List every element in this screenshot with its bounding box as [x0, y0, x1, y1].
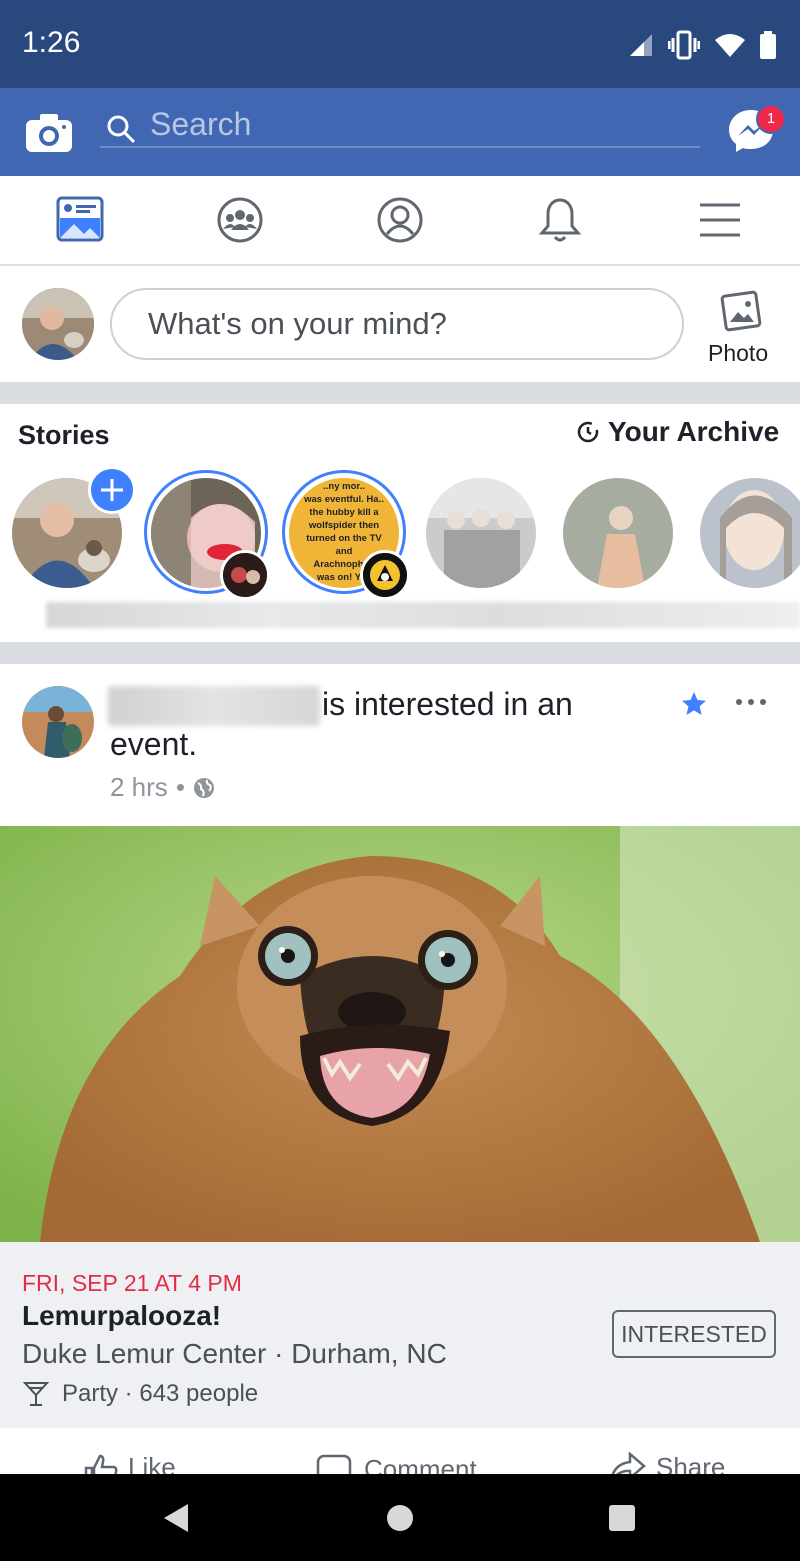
tab-groups[interactable]	[216, 196, 264, 244]
add-story-button[interactable]	[88, 466, 136, 514]
story-owner-avatar	[360, 550, 410, 600]
story-text-line: ..ny mor..	[323, 481, 365, 492]
whats-on-your-mind-input[interactable]: What's on your mind?	[110, 288, 684, 360]
wifi-icon	[715, 34, 745, 57]
home-icon[interactable]	[386, 1504, 414, 1532]
recents-icon[interactable]	[608, 1504, 636, 1532]
messenger-button[interactable]: 1	[726, 104, 786, 156]
tab-profile[interactable]	[376, 196, 424, 244]
dot-separator: •	[175, 772, 185, 802]
penguins-logo	[363, 553, 407, 597]
comment-icon	[316, 1454, 352, 1476]
story-thumbnail	[700, 478, 800, 588]
tab-notifications[interactable]	[536, 196, 584, 244]
star-icon[interactable]	[680, 690, 708, 718]
story-text-line: was eventful. Ha..	[304, 494, 384, 505]
archive-clock-icon	[577, 421, 599, 443]
photo-icon	[720, 290, 762, 332]
tab-menu[interactable]	[696, 196, 744, 244]
poster-name-blurred[interactable]	[108, 686, 320, 726]
news-feed-icon	[56, 196, 104, 242]
top-header: Search 1	[0, 88, 800, 176]
signal-icon	[630, 34, 652, 56]
owner-thumb	[223, 553, 267, 597]
story-text-line: the hubby kill a	[309, 507, 379, 518]
stories-section: Stories Your Archive ..ny mor.. was even…	[0, 404, 800, 644]
status-bar: 1:26	[0, 0, 800, 88]
poster-avatar[interactable]	[22, 686, 94, 758]
story-thumbnail	[563, 478, 673, 588]
photo-label: Photo	[708, 340, 769, 366]
camera-icon[interactable]	[26, 114, 72, 152]
event-details-panel[interactable]: FRI, SEP 21 AT 4 PM Lemurpalooza! Duke L…	[0, 1242, 800, 1428]
feed-post: is interested in an event. 2 hrs • FRI, …	[0, 664, 800, 1476]
post-action-text: is interested in an	[322, 686, 573, 722]
system-navigation-bar	[0, 1474, 800, 1561]
event-cover-image[interactable]	[0, 826, 800, 1242]
post-meta: 2 hrs •	[110, 772, 215, 803]
vibrate-icon	[668, 30, 700, 60]
event-category-count: Party · 643 people	[62, 1380, 259, 1407]
poster-avatar-image	[22, 686, 94, 758]
story-text-line: wolfspider then	[308, 520, 380, 531]
cocktail-icon	[22, 1382, 50, 1406]
event-date: FRI, SEP 21 AT 4 PM	[22, 1270, 242, 1296]
plus-icon	[101, 479, 123, 501]
thumbs-up-icon	[84, 1454, 118, 1476]
photo-button[interactable]: Photo	[706, 288, 778, 374]
interested-button[interactable]: INTERESTED	[612, 1310, 776, 1358]
battery-icon	[760, 31, 776, 59]
post-action-text-continued: event.	[110, 726, 198, 762]
post-time: 2 hrs	[110, 772, 168, 802]
comment-label: Comment	[364, 1454, 477, 1476]
story-item[interactable]	[700, 478, 800, 588]
lemur-photo	[0, 826, 800, 1242]
share-button[interactable]: Share	[608, 1452, 725, 1476]
like-label: Like	[128, 1452, 176, 1476]
user-avatar[interactable]	[22, 288, 94, 360]
bell-icon	[538, 198, 582, 242]
section-divider	[0, 382, 800, 404]
globe-icon	[193, 777, 214, 798]
story-text-line: turned on the TV	[306, 533, 382, 544]
search-input[interactable]: Search	[100, 106, 700, 148]
comment-button[interactable]: Comment	[316, 1454, 477, 1476]
search-placeholder: Search	[150, 106, 252, 142]
status-time: 1:26	[22, 26, 81, 59]
story-item[interactable]	[563, 478, 673, 588]
composer-prompt: What's on your mind?	[148, 306, 447, 341]
tab-bar	[0, 176, 800, 266]
hamburger-icon	[700, 203, 740, 237]
share-icon	[610, 1452, 646, 1476]
more-options-icon[interactable]	[734, 696, 768, 708]
profile-icon	[377, 197, 423, 243]
archive-label: Your Archive	[608, 416, 780, 447]
story-names-blurred	[46, 602, 800, 628]
avatar-image	[22, 288, 94, 360]
event-title: Lemurpalooza!	[22, 1300, 222, 1331]
search-icon	[107, 115, 136, 144]
story-item[interactable]	[426, 478, 536, 588]
status-composer: What's on your mind? Photo	[0, 266, 800, 382]
share-label: Share	[656, 1452, 726, 1476]
messenger-badge: 1	[756, 104, 786, 134]
back-icon[interactable]	[160, 1502, 190, 1534]
your-archive-link[interactable]: Your Archive	[576, 416, 779, 448]
post-action-bar: Like Comment Share	[0, 1446, 800, 1476]
story-thumbnail	[426, 478, 536, 588]
event-location: Duke Lemur Center · Durham, NC	[22, 1338, 447, 1369]
like-button[interactable]: Like	[82, 1452, 176, 1476]
stories-title: Stories	[18, 420, 110, 450]
event-meta: Party · 643 people	[22, 1380, 258, 1408]
status-icons	[628, 30, 776, 60]
story-owner-avatar	[220, 550, 270, 600]
tab-news-feed[interactable]	[56, 196, 104, 244]
groups-icon	[217, 197, 263, 243]
section-divider	[0, 642, 800, 664]
